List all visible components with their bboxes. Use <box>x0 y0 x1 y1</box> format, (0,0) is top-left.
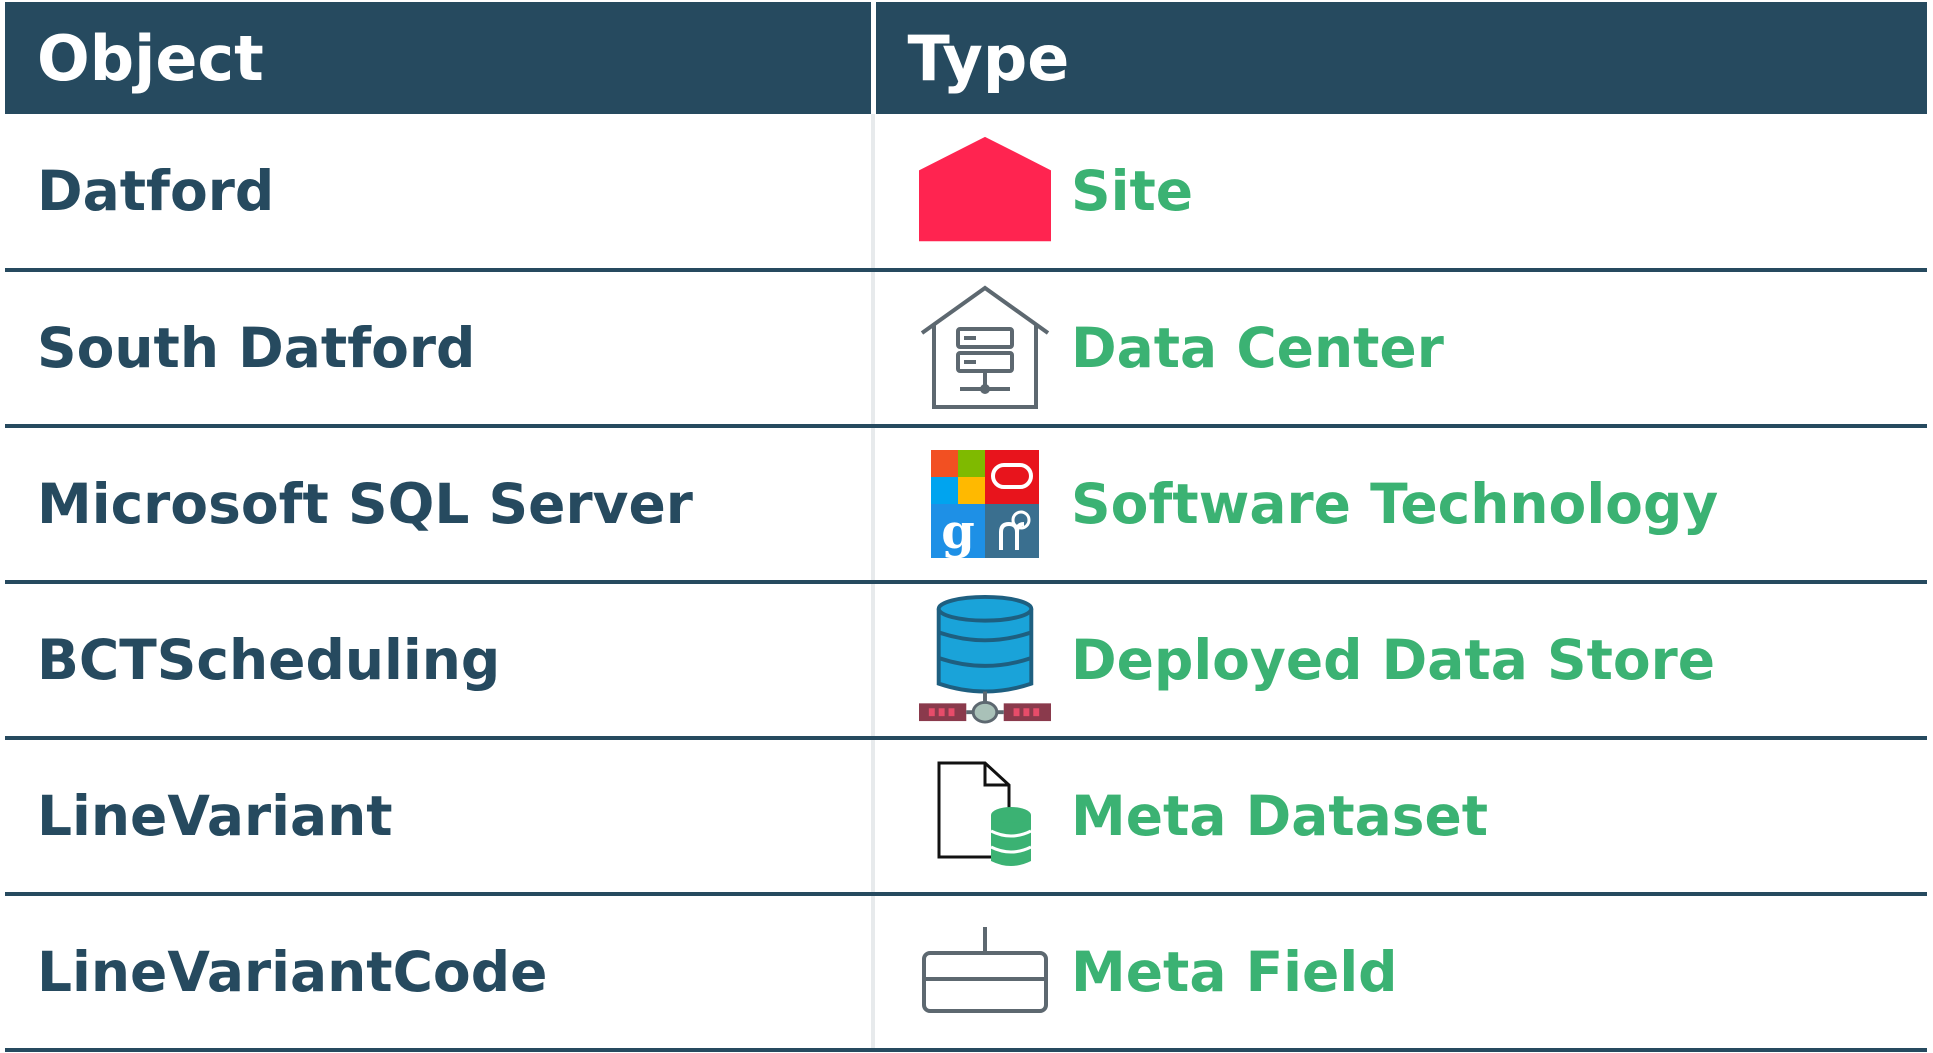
table-row: LineVariantCode Meta Field <box>5 894 1927 1052</box>
table-header: Object Type <box>5 2 1927 114</box>
table-row: Datford Site <box>5 114 1927 272</box>
type-cell: Site <box>871 114 1927 272</box>
type-cell: Meta Dataset <box>871 738 1927 896</box>
type-label: Deployed Data Store <box>1071 628 1716 692</box>
type-label: Meta Field <box>1071 940 1398 1004</box>
software-technology-icon: g <box>919 438 1051 570</box>
document-database-icon <box>919 750 1051 882</box>
site-house-icon <box>919 125 1051 257</box>
table-row: South Datford Data Center <box>5 270 1927 428</box>
object-name: Datford <box>5 114 873 272</box>
type-label: Site <box>1071 159 1194 223</box>
type-cell: Deployed Data Store <box>871 582 1927 740</box>
object-name: BCTScheduling <box>5 582 873 740</box>
table-row: BCTScheduling Deployed Data Store <box>5 582 1927 740</box>
header-row: Object Type <box>5 2 1927 114</box>
object-name: LineVariantCode <box>5 894 873 1052</box>
table-row: Microsoft SQL Server g Software Technolo… <box>5 426 1927 584</box>
svg-text:g: g <box>941 504 975 558</box>
object-name: Microsoft SQL Server <box>5 426 873 584</box>
meta-field-icon <box>919 906 1051 1038</box>
data-center-icon <box>919 282 1051 414</box>
type-cell: Data Center <box>871 270 1927 428</box>
table-row: LineVariant Meta Dataset <box>5 738 1927 896</box>
type-cell: Meta Field <box>871 894 1927 1052</box>
type-cell: g Software Technology <box>871 426 1927 584</box>
header-object: Object <box>5 2 873 114</box>
database-icon <box>919 594 1051 726</box>
header-type: Type <box>870 2 1927 114</box>
page: Object Type Datford Site South Datford D… <box>0 0 1933 1053</box>
type-label: Meta Dataset <box>1071 784 1489 848</box>
type-label: Data Center <box>1071 316 1444 380</box>
type-label: Software Technology <box>1071 472 1719 536</box>
object-name: LineVariant <box>5 738 873 896</box>
object-type-table: Object Type Datford Site South Datford D… <box>5 2 1927 1052</box>
object-name: South Datford <box>5 270 873 428</box>
